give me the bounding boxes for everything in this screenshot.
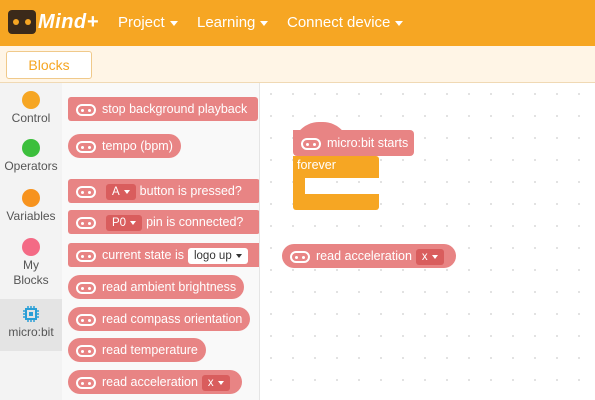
block-tempo[interactable]: tempo (bpm) [68,134,181,158]
microbit-icon [76,216,96,229]
workspace-read-acceleration-block[interactable]: read acceleration x [282,244,456,268]
category-sidebar: Control Operators Variables My Blocks mi… [0,83,62,400]
category-label: My Blocks [13,258,49,287]
control-color-dot [22,91,40,109]
microbit-icon [76,249,96,262]
forever-label: forever [293,156,379,178]
microbit-icon [76,140,96,153]
operators-color-dot [22,139,40,157]
block-palette: stop background playback tempo (bpm) Abu… [62,83,260,400]
microbit-starts-block[interactable]: micro:bit starts [293,122,415,156]
category-label: Operators [4,159,58,173]
chevron-down-icon [169,20,178,26]
category-label: micro:bit [8,325,54,339]
category-label: Variables [6,209,56,223]
block-read-compass-orientation[interactable]: read compass orientation [68,307,251,331]
microbit-icon [301,137,321,150]
block-current-state[interactable]: current state is logo up [68,243,259,267]
forever-side [293,178,305,194]
pin-dropdown[interactable]: P0 [106,214,143,231]
block-pin-connected[interactable]: P0 pin is connected? [68,210,259,234]
category-my-blocks[interactable]: My Blocks [0,238,62,294]
axis-dropdown[interactable]: x [415,248,444,265]
microbit-icon [76,376,96,389]
state-dropdown[interactable]: logo up [187,247,248,264]
category-variables[interactable]: Variables [0,189,62,229]
chevron-down-icon [260,20,269,26]
category-operators[interactable]: Operators [0,139,62,179]
chevron-down-icon [395,20,404,26]
robot-icon [8,10,36,34]
forever-bottom [293,194,379,210]
block-read-temperature[interactable]: read temperature [68,338,206,362]
category-label: Control [11,111,51,125]
axis-dropdown[interactable]: x [201,374,230,391]
microbit-icon [76,103,96,116]
app-logo: Mind+ [8,8,102,38]
forever-notch [307,178,325,184]
block-stop-background-playback[interactable]: stop background playback [68,97,258,121]
menu-connect-device[interactable]: Connect device [287,14,404,31]
microbit-icon [76,281,96,294]
my-blocks-color-dot [22,238,40,256]
forever-block[interactable]: forever [293,156,379,212]
category-control[interactable]: Control [0,91,62,131]
variables-color-dot [22,189,40,207]
app-name: Mind+ [38,11,99,33]
microbit-icon [76,185,96,198]
microbit-chip-icon [23,306,39,322]
block-button-pressed[interactable]: Abutton is pressed? [68,179,259,203]
tab-blocks[interactable]: Blocks [6,51,92,79]
microbit-icon [76,344,96,357]
block-read-acceleration[interactable]: read acceleration x [68,370,242,394]
microbit-icon [76,313,96,326]
hat-body: micro:bit starts [293,130,415,156]
top-menu-bar: Mind+ Project Learning Connect device [0,0,595,46]
microbit-icon [290,250,310,263]
category-microbit[interactable]: micro:bit [0,299,62,351]
menu-project[interactable]: Project [118,14,178,31]
block-read-ambient-brightness[interactable]: read ambient brightness [68,275,245,299]
menu-learning[interactable]: Learning [197,14,269,31]
button-dropdown[interactable]: A [106,183,136,200]
